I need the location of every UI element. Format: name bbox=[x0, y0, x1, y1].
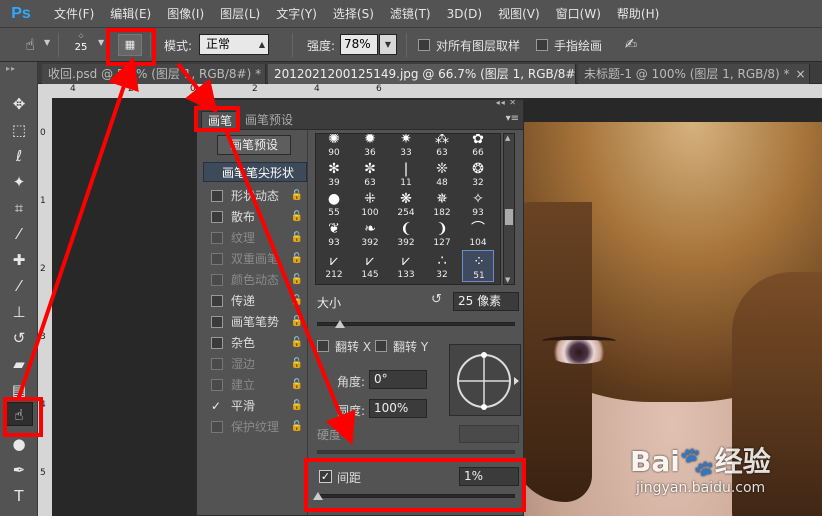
annotation-arrow bbox=[224, 129, 356, 446]
annotation-arrows bbox=[16, 56, 356, 446]
annotation-arrow bbox=[16, 56, 139, 401]
annotation-arrow bbox=[176, 62, 218, 114]
